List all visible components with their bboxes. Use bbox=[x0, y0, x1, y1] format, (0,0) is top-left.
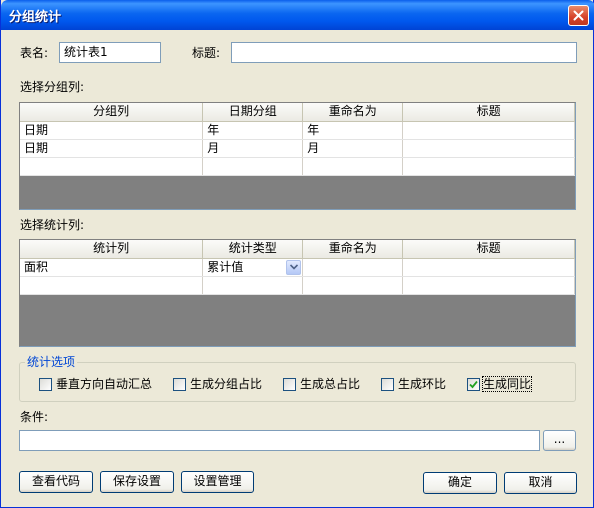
table-row[interactable]: 日期 月 月 bbox=[20, 139, 575, 158]
column-header[interactable]: 日期分组 bbox=[202, 103, 304, 122]
checkmark-icon bbox=[469, 380, 478, 389]
group-header-row: 分组列 日期分组 重命名为 标题 bbox=[20, 103, 575, 122]
condition-input[interactable] bbox=[19, 430, 540, 451]
column-header[interactable]: 标题 bbox=[402, 240, 575, 259]
group-columns-grid[interactable]: 分组列 日期分组 重命名为 标题 日期 年 年 日期 月 月 bbox=[19, 102, 576, 210]
cell-empty[interactable] bbox=[202, 276, 304, 295]
settings-manage-button[interactable]: 设置管理 bbox=[181, 471, 254, 493]
group-section-label: 选择分组列: bbox=[20, 80, 85, 94]
table-row[interactable]: 面积 累计值 bbox=[20, 258, 575, 277]
stat-options-title: 统计选项 bbox=[25, 355, 78, 369]
table-name-input[interactable]: 统计表1 bbox=[59, 42, 161, 63]
cell-rename[interactable] bbox=[302, 258, 404, 277]
cell-title[interactable] bbox=[402, 258, 575, 277]
cell-group-column[interactable]: 日期 bbox=[20, 139, 204, 158]
cell-empty[interactable] bbox=[20, 157, 204, 176]
yoy-checkbox[interactable] bbox=[467, 378, 480, 391]
cell-empty[interactable] bbox=[402, 276, 575, 295]
cell-empty[interactable] bbox=[20, 276, 204, 295]
cell-title[interactable] bbox=[402, 121, 575, 140]
title-input[interactable] bbox=[231, 42, 577, 63]
cancel-button[interactable]: 取消 bbox=[504, 472, 577, 494]
column-header[interactable]: 重命名为 bbox=[302, 240, 404, 259]
cell-empty[interactable] bbox=[302, 276, 404, 295]
condition-label: 条件: bbox=[20, 410, 49, 424]
cell-rename[interactable]: 月 bbox=[302, 139, 404, 158]
stat-columns-grid[interactable]: 统计列 统计类型 重命名为 标题 面积 累计值 bbox=[19, 239, 576, 347]
cell-group-column[interactable]: 日期 bbox=[20, 121, 204, 140]
window-title: 分组统计 bbox=[9, 10, 62, 25]
table-name-label: 表名: bbox=[20, 46, 49, 60]
stat-columns-table: 统计列 统计类型 重命名为 标题 面积 累计值 bbox=[20, 240, 575, 295]
table-row-new[interactable] bbox=[20, 276, 575, 295]
table-row-new[interactable] bbox=[20, 157, 575, 176]
title-label: 标题: bbox=[192, 46, 221, 60]
dialog-window: 分组统计 表名: 统计表1 标题: 选择分组列: 分组列 日期分组 重命名为 标… bbox=[0, 0, 594, 508]
column-header[interactable]: 标题 bbox=[402, 103, 575, 122]
stat-header-row: 统计列 统计类型 重命名为 标题 bbox=[20, 240, 575, 259]
column-header[interactable]: 统计列 bbox=[20, 240, 204, 259]
save-settings-button[interactable]: 保存设置 bbox=[100, 471, 174, 493]
column-header[interactable]: 统计类型 bbox=[202, 240, 304, 259]
title-bar[interactable]: 分组统计 bbox=[1, 0, 594, 30]
cell-stat-column[interactable]: 面积 bbox=[20, 258, 204, 277]
close-button[interactable] bbox=[568, 5, 589, 26]
total-ratio-label[interactable]: 生成总占比 bbox=[300, 377, 360, 391]
auto-sum-label[interactable]: 垂直方向自动汇总 bbox=[56, 377, 152, 391]
total-ratio-checkbox[interactable] bbox=[283, 378, 296, 391]
table-row[interactable]: 日期 年 年 bbox=[20, 121, 575, 140]
chevron-down-icon bbox=[289, 264, 298, 270]
stat-type-value: 累计值 bbox=[207, 259, 244, 274]
yoy-label[interactable]: 生成同比 bbox=[481, 376, 533, 392]
group-ratio-checkbox[interactable] bbox=[173, 378, 186, 391]
cell-date-group[interactable]: 年 bbox=[202, 121, 304, 140]
auto-sum-checkbox[interactable] bbox=[39, 378, 52, 391]
mom-label[interactable]: 生成环比 bbox=[398, 377, 446, 391]
cell-empty[interactable] bbox=[202, 157, 304, 176]
column-header[interactable]: 分组列 bbox=[20, 103, 204, 122]
cell-rename[interactable]: 年 bbox=[302, 121, 404, 140]
close-icon bbox=[573, 10, 584, 21]
cell-title[interactable] bbox=[402, 139, 575, 158]
mom-checkbox[interactable] bbox=[381, 378, 394, 391]
group-columns-table: 分组列 日期分组 重命名为 标题 日期 年 年 日期 月 月 bbox=[20, 103, 575, 176]
stat-type-combo[interactable]: 累计值 bbox=[202, 258, 304, 277]
ok-button[interactable]: 确定 bbox=[423, 472, 497, 494]
dropdown-button[interactable] bbox=[286, 259, 302, 275]
cell-date-group[interactable]: 月 bbox=[202, 139, 304, 158]
cell-empty[interactable] bbox=[402, 157, 575, 176]
cell-empty[interactable] bbox=[302, 157, 404, 176]
group-ratio-label[interactable]: 生成分组占比 bbox=[190, 377, 262, 391]
view-code-button[interactable]: 查看代码 bbox=[19, 471, 93, 493]
column-header[interactable]: 重命名为 bbox=[302, 103, 404, 122]
browse-button[interactable]: ... bbox=[543, 430, 576, 451]
stat-section-label: 选择统计列: bbox=[20, 218, 85, 232]
